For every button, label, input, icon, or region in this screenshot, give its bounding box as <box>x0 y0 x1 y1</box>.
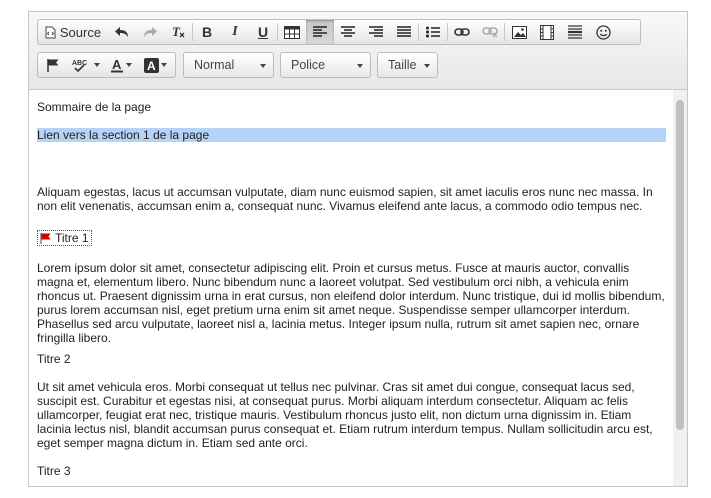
size-dropdown-value: Taille <box>388 58 417 72</box>
remove-format-icon: T <box>170 25 186 39</box>
chevron-down-icon <box>94 63 100 67</box>
bulleted-list-button[interactable] <box>419 20 447 44</box>
film-icon <box>540 24 554 40</box>
underline-icon: U <box>257 24 269 40</box>
italic-icon: I <box>232 24 238 39</box>
format-dropdown[interactable]: Normal <box>183 52 274 78</box>
svg-text:T: T <box>172 25 181 39</box>
link-button[interactable] <box>448 20 476 44</box>
align-left-button[interactable] <box>306 20 334 44</box>
paragraph-1: Aliquam egestas, lacus ut accumsan vulpu… <box>37 185 653 213</box>
paragraph-3: Ut sit amet vehicula eros. Morbi consequ… <box>37 380 653 450</box>
remove-format-button[interactable]: T <box>164 20 192 44</box>
redo-button[interactable] <box>136 20 164 44</box>
image-button[interactable] <box>505 20 533 44</box>
chevron-down-icon <box>160 63 167 67</box>
bulleted-list-icon <box>426 26 440 38</box>
spellcheck-icon: ABC <box>72 58 92 72</box>
smiley-icon <box>595 24 611 40</box>
flag-icon <box>46 58 60 72</box>
svg-text:A: A <box>147 59 156 73</box>
paragraph-2: Lorem ipsum dolor sit amet, consectetur … <box>37 261 665 345</box>
table-button[interactable] <box>278 20 306 44</box>
font-dropdown-value: Police <box>291 58 326 72</box>
svg-text:A: A <box>112 58 122 72</box>
text-color-icon: A <box>110 58 124 73</box>
toc-title: Sommaire de la page <box>37 100 152 114</box>
background-color-icon: A <box>143 57 159 73</box>
chevron-down-icon <box>424 64 430 68</box>
spellcheck-button[interactable]: ABC <box>68 53 104 77</box>
unlink-icon <box>482 26 498 38</box>
toolbar-group-tools: ABC A A <box>37 52 176 78</box>
editor-toolbar: Source T B I U ABC A A Normal Police Tai… <box>29 12 687 90</box>
table-icon <box>284 25 300 39</box>
vertical-scrollbar[interactable] <box>673 90 687 486</box>
chevron-down-icon <box>126 63 132 67</box>
undo-icon <box>114 26 130 38</box>
align-center-button[interactable] <box>334 20 362 44</box>
justify-button[interactable] <box>390 20 418 44</box>
rich-text-editor: Source T B I U ABC A A Normal Police Tai… <box>28 11 688 487</box>
red-flag-icon <box>40 232 52 244</box>
toolbar-group-main: Source T B I U <box>37 19 641 45</box>
align-left-icon <box>313 26 327 38</box>
scrollbar-thumb[interactable] <box>676 100 684 430</box>
undo-button[interactable] <box>108 20 136 44</box>
align-right-button[interactable] <box>362 20 390 44</box>
anchor-button[interactable] <box>38 53 68 77</box>
justify-icon <box>397 26 411 38</box>
editor-content-area[interactable]: Sommaire de la page Lien vers la section… <box>29 90 675 486</box>
svg-text:ABC: ABC <box>72 60 87 67</box>
chevron-down-icon <box>357 64 363 68</box>
bold-icon: B <box>201 24 213 40</box>
heading-title-2: Titre 2 <box>37 352 71 366</box>
italic-button[interactable]: I <box>221 20 249 44</box>
horizontal-rule-icon <box>568 25 582 39</box>
source-doc-icon <box>45 26 56 39</box>
link-icon <box>454 27 470 37</box>
font-dropdown[interactable]: Police <box>280 52 371 78</box>
unlink-button[interactable] <box>476 20 504 44</box>
source-button-label: Source <box>59 24 102 40</box>
bold-button[interactable]: B <box>193 20 221 44</box>
align-right-icon <box>369 26 383 38</box>
anchor-title-label: Titre 1 <box>55 231 89 245</box>
chevron-down-icon <box>260 64 266 68</box>
image-icon <box>511 25 527 39</box>
toc-link[interactable]: Lien vers la section 1 de la page <box>37 128 666 142</box>
text-color-button[interactable]: A <box>104 53 138 77</box>
emoji-button[interactable] <box>589 20 617 44</box>
horizontal-rule-button[interactable] <box>561 20 589 44</box>
redo-icon <box>142 26 158 38</box>
align-center-icon <box>341 26 355 38</box>
heading-title-3: Titre 3 <box>37 464 71 478</box>
format-dropdown-value: Normal <box>194 58 235 72</box>
underline-button[interactable]: U <box>249 20 277 44</box>
source-button[interactable]: Source <box>38 20 108 44</box>
background-color-button[interactable]: A <box>138 53 172 77</box>
anchor-title-1[interactable]: Titre 1 <box>37 230 92 246</box>
media-button[interactable] <box>533 20 561 44</box>
size-dropdown[interactable]: Taille <box>377 52 438 78</box>
